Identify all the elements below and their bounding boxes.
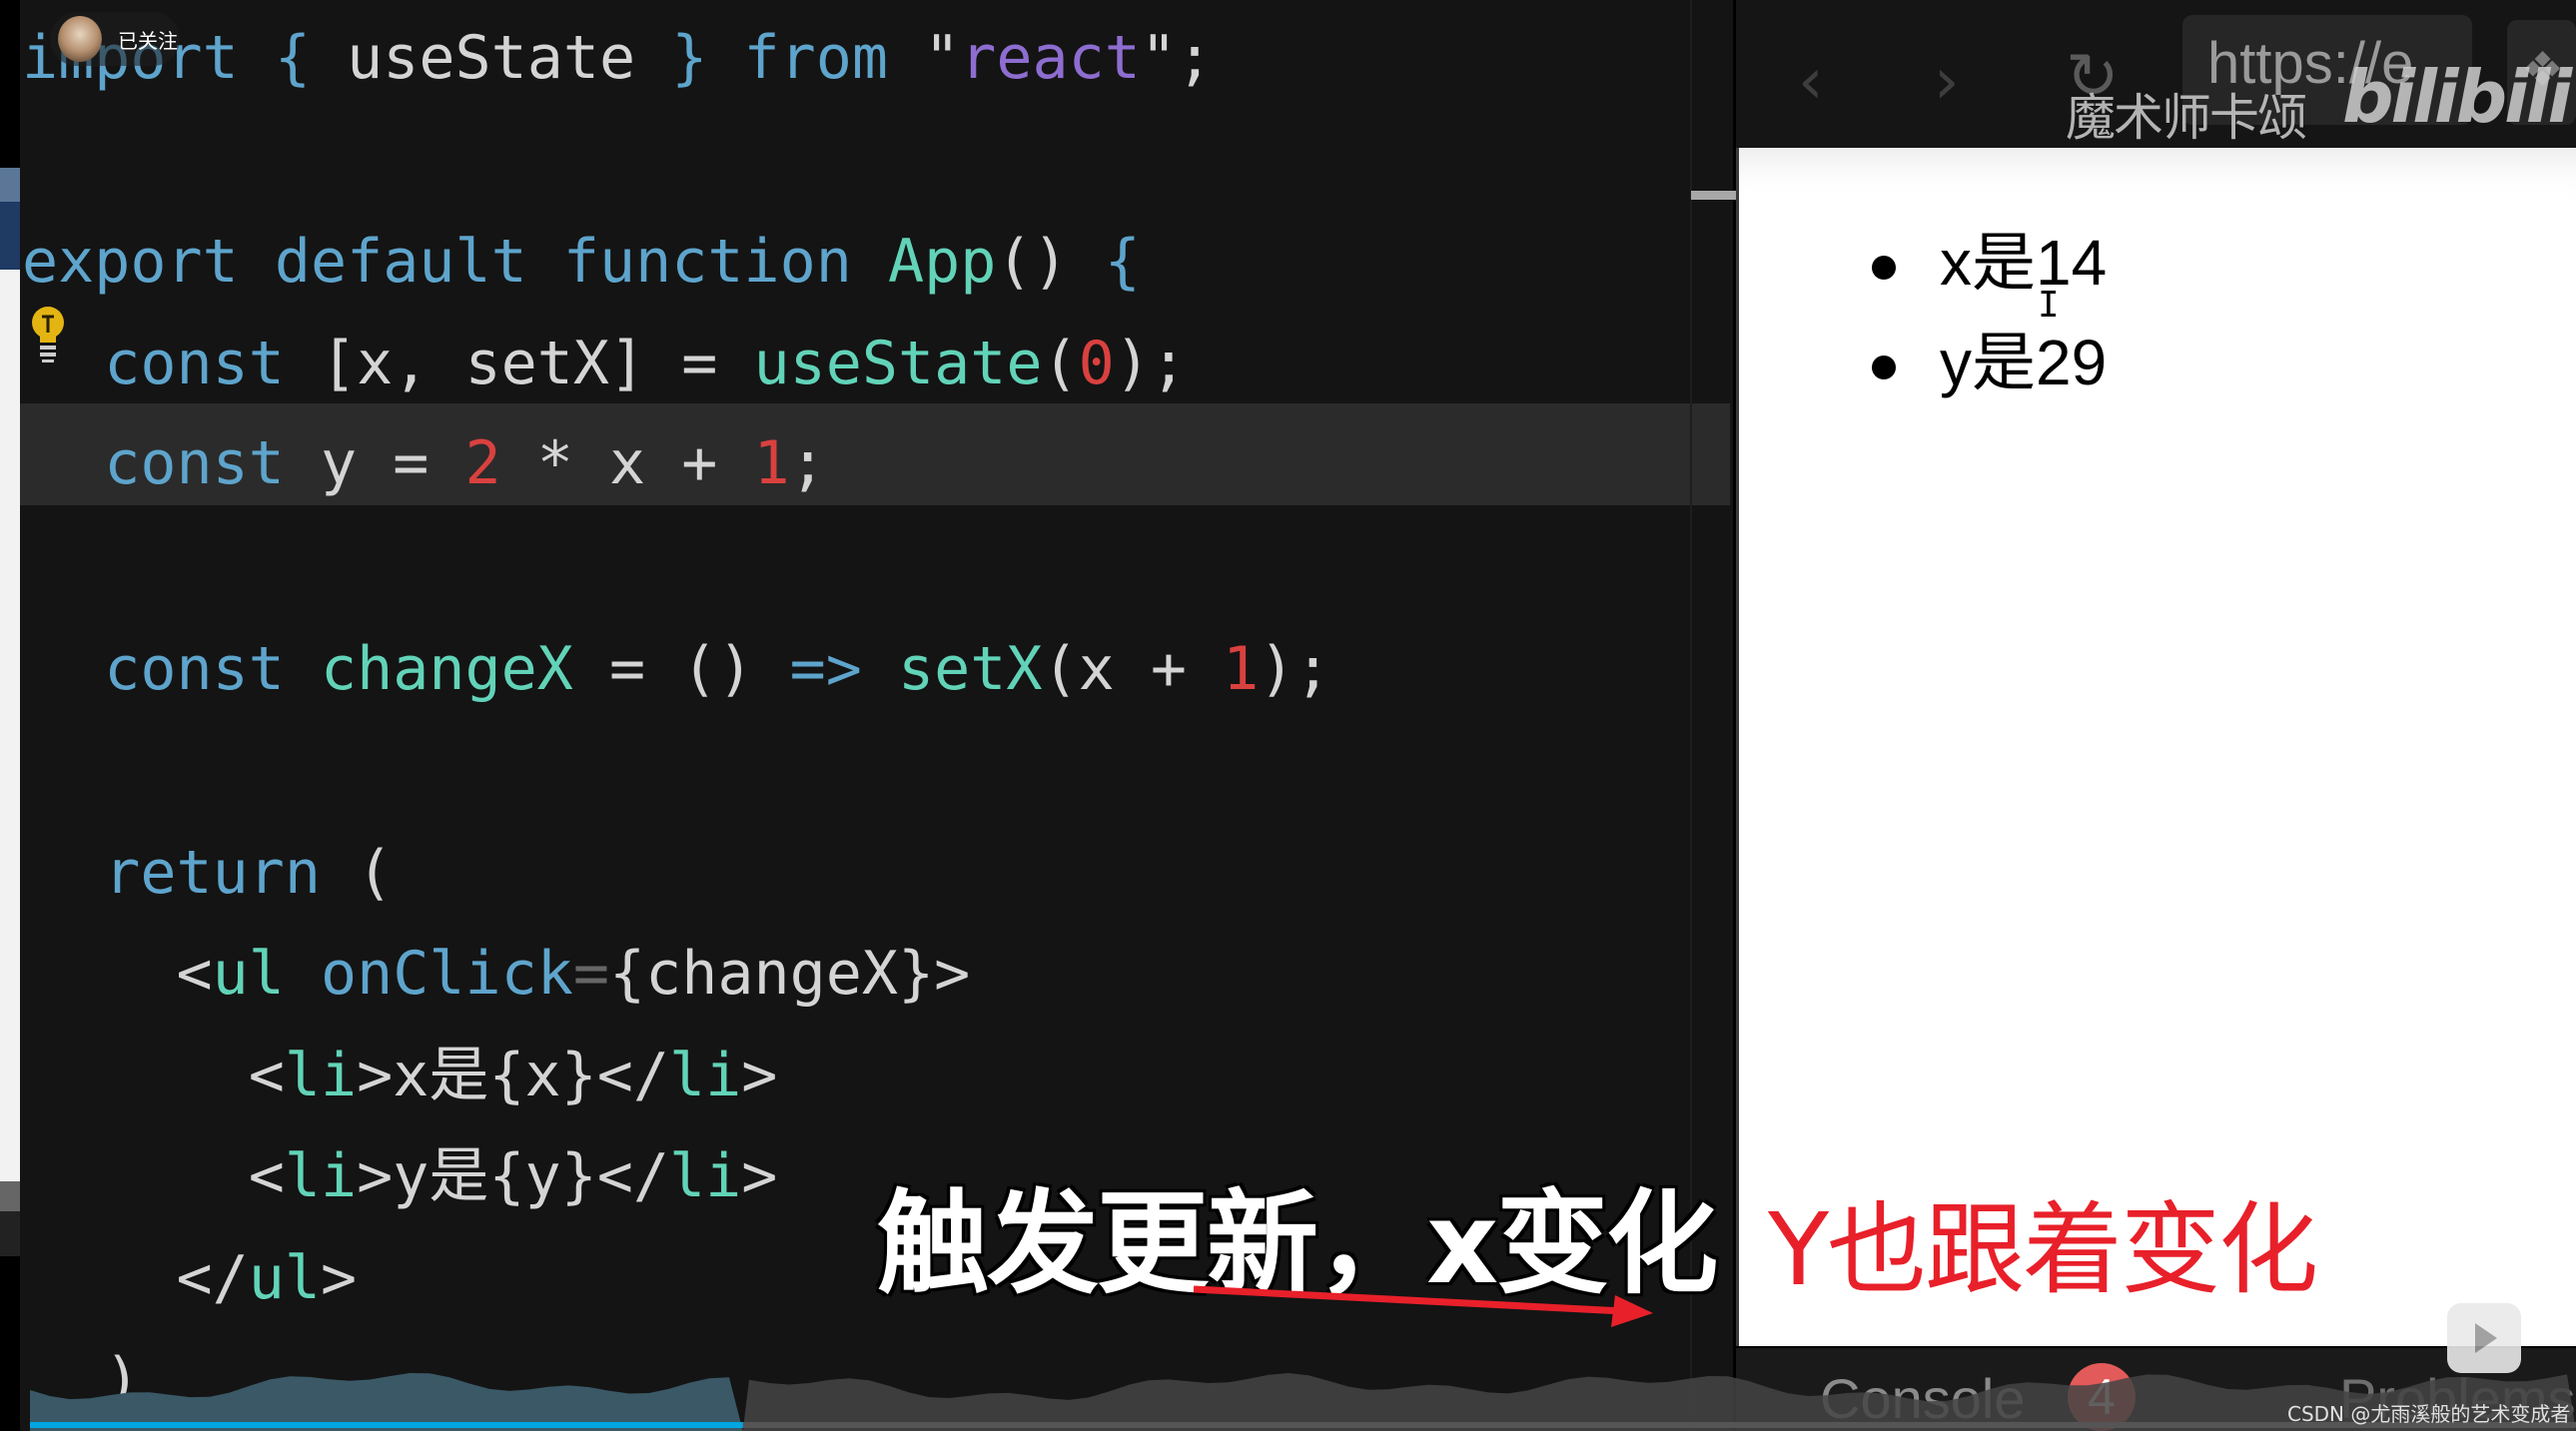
code-token: 0 <box>1078 329 1115 398</box>
code-token: 1 <box>1223 634 1260 704</box>
code-token: </ <box>32 1243 249 1313</box>
code-token: < <box>32 1141 285 1211</box>
bilibili-logo: bilibili <box>2342 55 2572 139</box>
code-line[interactable]: const changeX = () => setX(x + 1); <box>32 629 1331 709</box>
code-token: { <box>1104 227 1141 297</box>
code-line[interactable]: export default function App() { <box>22 222 1141 302</box>
code-token: onClick <box>321 939 573 1009</box>
code-token: y = <box>284 428 465 498</box>
code-token: const <box>32 634 285 704</box>
code-token: ; <box>789 428 826 498</box>
code-token: useState <box>753 329 1043 398</box>
code-token: ul <box>248 1243 321 1313</box>
code-token: > <box>321 1243 358 1313</box>
code-token: from <box>743 23 888 93</box>
code-token: >x是{x}</ <box>357 1041 669 1110</box>
strip-block <box>0 168 20 202</box>
follow-status[interactable]: 已关注 <box>118 25 178 54</box>
code-token: ); <box>1114 329 1187 398</box>
code-line[interactable]: import { useState } from "react"; <box>22 18 1213 98</box>
code-token: const <box>32 428 285 498</box>
strip-block <box>0 202 20 270</box>
preview-pane[interactable] <box>1736 148 2576 1346</box>
video-progress-bar[interactable] <box>30 1422 2576 1428</box>
code-token: < <box>32 939 213 1009</box>
background-webpage-strip <box>0 0 20 1431</box>
code-line[interactable]: <li>x是{x}</li> <box>32 1036 778 1115</box>
code-token: react <box>960 23 1141 93</box>
code-token: App <box>887 227 997 297</box>
strip-block <box>0 0 20 168</box>
code-token: > <box>741 1041 778 1110</box>
code-token: { <box>274 23 311 93</box>
code-token: ( <box>320 838 394 908</box>
code-line[interactable]: const [x, setX] = useState(0); <box>32 324 1187 403</box>
chevron-right-icon[interactable]: › <box>1934 45 1960 119</box>
uploader-avatar[interactable] <box>58 16 102 62</box>
preview-list-item[interactable]: y是29 <box>1868 320 2107 419</box>
bilibili-tv-icon[interactable] <box>2447 1303 2521 1373</box>
code-token: (x + <box>1042 634 1224 704</box>
code-token: 1 <box>753 428 790 498</box>
progress-fill <box>30 1422 743 1428</box>
strip-block <box>0 1256 20 1431</box>
code-token: li <box>284 1141 358 1211</box>
preview-list-item[interactable]: x是14 <box>1868 220 2107 320</box>
code-token: " <box>887 23 961 93</box>
code-token: ( <box>1042 329 1079 398</box>
code-token: > <box>741 1141 778 1211</box>
code-token: = () <box>572 634 790 704</box>
code-line[interactable]: return ( <box>32 833 393 913</box>
lightbulb-icon[interactable] <box>28 305 68 364</box>
code-token: [x, setX] = <box>284 329 754 398</box>
code-token: 2 <box>464 428 501 498</box>
preview-list[interactable]: x是14 y是29 <box>1868 220 2107 419</box>
code-token: () <box>996 227 1105 297</box>
strip-block <box>0 1211 20 1256</box>
code-token: ul <box>212 939 285 1009</box>
chevron-left-icon[interactable]: ‹ <box>1798 45 1824 119</box>
code-token: "; <box>1140 23 1214 93</box>
code-token: = <box>572 939 609 1009</box>
text-cursor-icon: I <box>2038 285 2060 326</box>
code-token: => <box>789 634 862 704</box>
code-token: li <box>669 1041 742 1110</box>
csdn-credit: CSDN @尤雨溪般的艺术变成者 <box>2287 1402 2571 1426</box>
watermark-channel-name: 魔术师卡颂 <box>2066 89 2307 147</box>
code-token: return <box>32 838 321 908</box>
code-token: * x + <box>500 428 754 498</box>
annotation-caption: Y也跟着变化 <box>1768 1191 2318 1308</box>
code-token: li <box>669 1141 742 1211</box>
code-token: } <box>671 23 708 93</box>
code-token: changeX <box>321 634 573 704</box>
code-token: < <box>32 1041 285 1110</box>
strip-block <box>0 1181 20 1211</box>
code-token: {changeX}> <box>609 939 971 1009</box>
code-token: const <box>32 329 285 398</box>
code-line[interactable]: <li>y是{y}</li> <box>32 1136 778 1216</box>
code-token: ); <box>1259 634 1331 704</box>
code-line[interactable]: const y = 2 * x + 1; <box>32 423 826 503</box>
code-token: li <box>284 1041 358 1110</box>
code-line[interactable]: </ul> <box>32 1238 357 1318</box>
code-token: setX <box>898 634 1043 704</box>
code-line[interactable]: <ul onClick={changeX}> <box>32 934 970 1014</box>
code-token: >y是{y}</ <box>357 1141 669 1211</box>
code-token: export default function <box>22 227 852 297</box>
code-token: useState <box>311 23 672 93</box>
red-arrow-annotation <box>1194 1285 1653 1327</box>
